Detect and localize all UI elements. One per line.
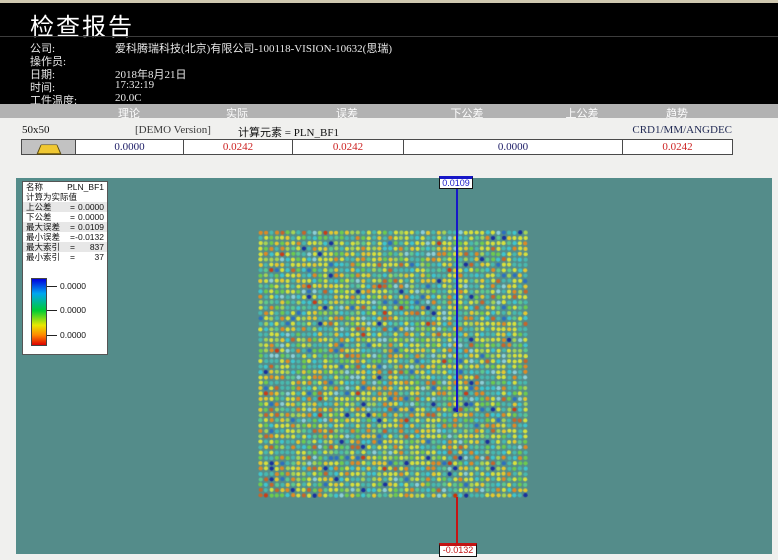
legend-row-min-index: 最小索引 = 37	[23, 252, 107, 262]
legend-label: 上公差	[26, 202, 52, 212]
legend-label: 下公差	[26, 212, 52, 222]
col-error: 误差	[336, 105, 358, 121]
legend-label: 最大索引	[26, 242, 60, 252]
col-theoretical: 理论	[118, 105, 140, 121]
legend-label: 最大误差	[26, 222, 60, 232]
legend-row-name: 名称 : PLN_BF1	[23, 182, 107, 192]
computed-element-label: 计算元素 = PLN_BF1	[238, 124, 339, 140]
grid-size-label: 50x50	[22, 124, 50, 136]
legend-row-max-error: 最大误差 = 0.0109	[23, 222, 107, 232]
scale-tick-middle: 0.0000	[47, 305, 86, 315]
legend-value: -0.0132	[75, 232, 104, 242]
field-company: 公司: 爱科腾瑞科技(北京)有限公司-100118-VISION-10632(思…	[0, 40, 778, 53]
legend-label: 计算为实际值	[26, 192, 77, 202]
legend-label: 最小索引	[26, 252, 60, 262]
legend-value: PLN_BF1	[67, 182, 104, 192]
legend-sep: =	[70, 252, 75, 262]
legend-label: 最小误差	[26, 232, 60, 242]
min-error-label[interactable]: -0.0132	[439, 543, 477, 557]
legend-row-upper-tol: 上公差 = 0.0000	[23, 202, 107, 212]
legend-sep: =	[70, 242, 75, 252]
legend-row-mode: 计算为实际值	[23, 192, 107, 202]
legend-label: 名称	[26, 182, 43, 192]
legend-sep: =	[70, 222, 75, 232]
col-trend: 趋势	[666, 105, 688, 121]
col-lower-tol: 下公差	[451, 105, 484, 121]
column-header-bar: 理论 实际 误差 下公差 上公差 趋势	[0, 104, 778, 118]
legend-value: 0.0000	[78, 202, 104, 212]
theoretical-value-cell: 0.0000	[75, 139, 184, 155]
error-value-cell: 0.0242	[292, 139, 404, 155]
field-operator: 操作员:	[0, 53, 778, 66]
legend-sep: =	[70, 202, 75, 212]
legend-row-min-error: 最小误差 = -0.0132	[23, 232, 107, 242]
graphic-analysis-plot[interactable]: 名称 : PLN_BF1 计算为实际值 上公差 = 0.0000 下公差 = 0…	[16, 178, 772, 554]
legend-value: 0.0109	[78, 222, 104, 232]
legend-value: 0.0000	[78, 212, 104, 222]
demo-version-label: [DEMO Version]	[135, 124, 211, 136]
legend-sep: =	[70, 212, 75, 222]
error-dot-heatmap[interactable]	[258, 230, 528, 498]
trend-value-cell: 0.0242	[622, 139, 733, 155]
legend-row-lower-tol: 下公差 = 0.0000	[23, 212, 107, 222]
max-error-label[interactable]: 0.0109	[439, 176, 473, 189]
field-date: 日期: 2018年8月21日	[0, 66, 778, 79]
title-divider	[0, 36, 778, 37]
field-time-value: 17:32:19	[115, 79, 154, 91]
feature-type-cell[interactable]	[21, 139, 76, 155]
max-error-pointer-line	[456, 187, 458, 412]
units-label: CRD1/MM/ANGDEC	[632, 124, 732, 136]
min-error-pointer-line	[456, 497, 458, 543]
feature-meta-line: 50x50 [DEMO Version] 计算元素 = PLN_BF1 CRD1…	[0, 124, 778, 138]
legend-value: 837	[90, 242, 104, 252]
field-time: 时间: 17:32:19	[0, 79, 778, 92]
col-upper-tol: 上公差	[566, 105, 599, 121]
tolerance-value-cell: 0.0000	[403, 139, 623, 155]
actual-value-cell: 0.0242	[183, 139, 293, 155]
legend-row-max-index: 最大索引 = 837	[23, 242, 107, 252]
legend-value: 37	[95, 252, 104, 262]
scale-tick-top: 0.0000	[47, 281, 86, 291]
plane-feature-icon	[36, 145, 61, 155]
plot-legend-box[interactable]: 名称 : PLN_BF1 计算为实际值 上公差 = 0.0000 下公差 = 0…	[22, 181, 108, 355]
field-part-temp-value: 20.0C	[115, 92, 142, 104]
col-actual: 实际	[226, 105, 248, 121]
color-scale-bar	[31, 278, 47, 346]
scale-tick-bottom: 0.0000	[47, 330, 86, 340]
report-header: 检查报告 公司: 爱科腾瑞科技(北京)有限公司-100118-VISION-10…	[0, 3, 778, 104]
